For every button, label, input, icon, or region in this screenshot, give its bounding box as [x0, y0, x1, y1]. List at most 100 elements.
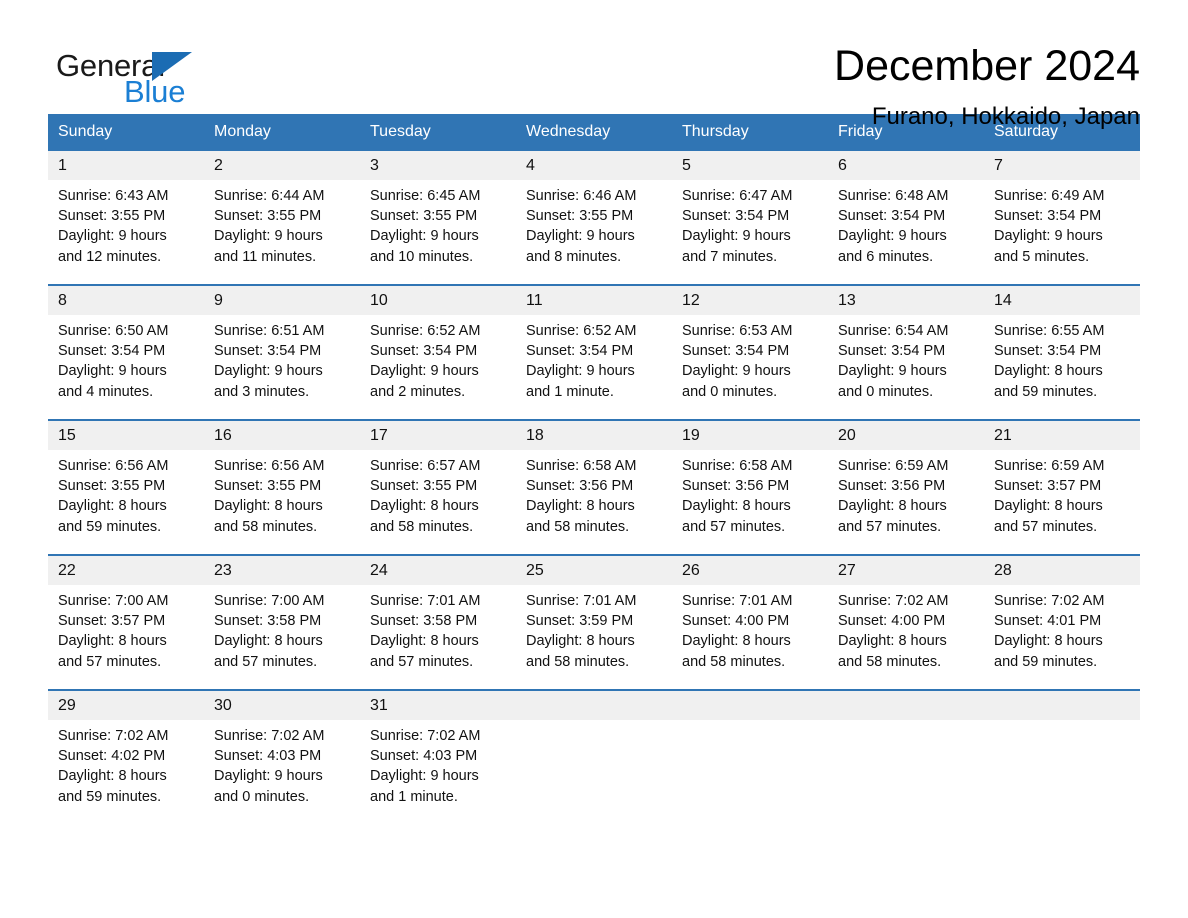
- daylight-text-line2: and 57 minutes.: [214, 653, 318, 670]
- day-number: 18: [516, 421, 672, 450]
- day-number: 12: [672, 286, 828, 315]
- daylight-text-line1: Daylight: 8 hours: [370, 498, 479, 515]
- day-details: Sunrise: 6:50 AM Sunset: 3:54 PM Daylight:…: [48, 315, 204, 402]
- daylight-text-line1: Daylight: 8 hours: [58, 498, 167, 515]
- sunrise-text: Sunrise: 7:02 AM: [214, 728, 325, 744]
- sunset-text: Sunset: 3:55 PM: [370, 208, 478, 225]
- daylight-text-line1: Daylight: 9 hours: [370, 768, 479, 785]
- day-cell[interactable]: 6 Sunrise: 6:48 AM Sunset: 3:54 PM Daylight…: [828, 151, 984, 285]
- daylight-text-line1: Daylight: 8 hours: [58, 768, 167, 785]
- day-cell[interactable]: 3 Sunrise: 6:45 AM Sunset: 3:55 PM Daylight…: [360, 151, 516, 285]
- day-number: [516, 691, 672, 720]
- daylight-text-line2: and 1 minute.: [526, 383, 614, 400]
- day-cell[interactable]: 14 Sunrise: 6:55 AM Sunset: 3:54 PM Dayligh…: [984, 284, 1140, 420]
- day-cell[interactable]: 7 Sunrise: 6:49 AM Sunset: 3:54 PM Daylight…: [984, 151, 1140, 285]
- day-number: 15: [48, 421, 204, 450]
- day-number: 28: [984, 556, 1140, 585]
- day-cell[interactable]: 26 Sunrise: 7:01 AM Sunset: 4:00 PM Dayligh…: [672, 554, 828, 690]
- sunset-text: Sunset: 3:54 PM: [994, 208, 1102, 225]
- day-cell[interactable]: 2 Sunrise: 6:44 AM Sunset: 3:55 PM Daylight…: [204, 151, 360, 285]
- day-cell[interactable]: 18 Sunrise: 6:58 AM Sunset: 3:56 PM Dayligh…: [516, 419, 672, 555]
- day-number: 30: [204, 691, 360, 720]
- day-cell[interactable]: 22 Sunrise: 7:00 AM Sunset: 3:57 PM Dayligh…: [48, 554, 204, 690]
- day-cell[interactable]: 28 Sunrise: 7:02 AM Sunset: 4:01 PM Dayligh…: [984, 554, 1140, 690]
- daylight-text-line2: and 57 minutes.: [682, 518, 786, 535]
- day-cell[interactable]: 24 Sunrise: 7:01 AM Sunset: 3:58 PM Dayligh…: [360, 554, 516, 690]
- day-cell[interactable]: 4 Sunrise: 6:46 AM Sunset: 3:55 PM Daylight…: [516, 151, 672, 285]
- calendar-body: 1 Sunrise: 6:43 AM Sunset: 3:55 PM Daylight…: [48, 151, 1140, 824]
- day-cell[interactable]: 21 Sunrise: 6:59 AM Sunset: 3:57 PM Dayligh…: [984, 419, 1140, 555]
- weekday-header-thursday: Thursday: [672, 114, 828, 151]
- sunrise-text: Sunrise: 6:58 AM: [682, 458, 793, 474]
- sunset-text: Sunset: 4:00 PM: [838, 613, 946, 630]
- day-details: Sunrise: 6:43 AM Sunset: 3:55 PM Daylight:…: [48, 180, 204, 267]
- weekday-header-sunday: Sunday: [48, 114, 204, 151]
- day-details: Sunrise: 7:02 AM Sunset: 4:00 PM Daylight:…: [828, 585, 984, 672]
- day-details: Sunrise: 6:58 AM Sunset: 3:56 PM Daylight:…: [672, 450, 828, 537]
- day-cell[interactable]: 1 Sunrise: 6:43 AM Sunset: 3:55 PM Daylight…: [48, 151, 204, 285]
- day-cell[interactable]: 31 Sunrise: 7:02 AM Sunset: 4:03 PM Dayligh…: [360, 689, 516, 824]
- day-number: 5: [672, 151, 828, 180]
- sunrise-text: Sunrise: 6:56 AM: [58, 458, 169, 474]
- sunrise-text: Sunrise: 6:47 AM: [682, 188, 793, 204]
- daylight-text-line2: and 58 minutes.: [370, 518, 474, 535]
- day-number: 10: [360, 286, 516, 315]
- day-cell[interactable]: 13 Sunrise: 6:54 AM Sunset: 3:54 PM Dayligh…: [828, 284, 984, 420]
- day-number: 24: [360, 556, 516, 585]
- day-cell[interactable]: 8 Sunrise: 6:50 AM Sunset: 3:54 PM Daylight…: [48, 284, 204, 420]
- day-number: 20: [828, 421, 984, 450]
- day-details: [516, 720, 672, 726]
- day-cell[interactable]: 30 Sunrise: 7:02 AM Sunset: 4:03 PM Dayligh…: [204, 689, 360, 824]
- day-number: 19: [672, 421, 828, 450]
- sunset-text: Sunset: 4:00 PM: [682, 613, 790, 630]
- weekday-header-wednesday: Wednesday: [516, 114, 672, 151]
- day-cell[interactable]: 20 Sunrise: 6:59 AM Sunset: 3:56 PM Dayligh…: [828, 419, 984, 555]
- sunset-text: Sunset: 3:54 PM: [994, 343, 1102, 360]
- day-number: 16: [204, 421, 360, 450]
- sunset-text: Sunset: 4:03 PM: [370, 748, 478, 765]
- sunrise-text: Sunrise: 6:49 AM: [994, 188, 1105, 204]
- sunrise-text: Sunrise: 6:53 AM: [682, 323, 793, 339]
- day-cell[interactable]: 19 Sunrise: 6:58 AM Sunset: 3:56 PM Dayligh…: [672, 419, 828, 555]
- day-details: Sunrise: 7:01 AM Sunset: 3:59 PM Daylight:…: [516, 585, 672, 672]
- day-details: Sunrise: 6:48 AM Sunset: 3:54 PM Daylight:…: [828, 180, 984, 267]
- sunset-text: Sunset: 3:56 PM: [838, 478, 946, 495]
- sunrise-text: Sunrise: 6:55 AM: [994, 323, 1105, 339]
- daylight-text-line2: and 58 minutes.: [682, 653, 786, 670]
- day-cell[interactable]: 27 Sunrise: 7:02 AM Sunset: 4:00 PM Dayligh…: [828, 554, 984, 690]
- daylight-text-line2: and 8 minutes.: [526, 248, 622, 265]
- day-cell[interactable]: 23 Sunrise: 7:00 AM Sunset: 3:58 PM Dayligh…: [204, 554, 360, 690]
- day-cell[interactable]: 29 Sunrise: 7:02 AM Sunset: 4:02 PM Dayligh…: [48, 689, 204, 824]
- day-number: 11: [516, 286, 672, 315]
- sunrise-text: Sunrise: 7:02 AM: [838, 593, 949, 609]
- calendar-week-row: 8 Sunrise: 6:50 AM Sunset: 3:54 PM Daylight…: [48, 284, 1140, 420]
- daylight-text-line1: Daylight: 8 hours: [682, 633, 791, 650]
- daylight-text-line1: Daylight: 9 hours: [682, 363, 791, 380]
- day-number: 6: [828, 151, 984, 180]
- day-details: Sunrise: 6:58 AM Sunset: 3:56 PM Daylight:…: [516, 450, 672, 537]
- daylight-text-line1: Daylight: 8 hours: [838, 633, 947, 650]
- day-cell[interactable]: 9 Sunrise: 6:51 AM Sunset: 3:54 PM Daylight…: [204, 284, 360, 420]
- sunrise-text: Sunrise: 6:59 AM: [994, 458, 1105, 474]
- day-cell-empty: [984, 689, 1140, 824]
- day-cell[interactable]: 10 Sunrise: 6:52 AM Sunset: 3:54 PM Dayligh…: [360, 284, 516, 420]
- day-cell[interactable]: 12 Sunrise: 6:53 AM Sunset: 3:54 PM Dayligh…: [672, 284, 828, 420]
- day-details: Sunrise: 7:02 AM Sunset: 4:02 PM Daylight:…: [48, 720, 204, 807]
- day-number: 7: [984, 151, 1140, 180]
- day-cell[interactable]: 11 Sunrise: 6:52 AM Sunset: 3:54 PM Dayligh…: [516, 284, 672, 420]
- day-cell[interactable]: 17 Sunrise: 6:57 AM Sunset: 3:55 PM Dayligh…: [360, 419, 516, 555]
- daylight-text-line2: and 57 minutes.: [994, 518, 1098, 535]
- sunrise-text: Sunrise: 7:02 AM: [370, 728, 481, 744]
- day-number: 25: [516, 556, 672, 585]
- daylight-text-line1: Daylight: 9 hours: [526, 363, 635, 380]
- sunrise-text: Sunrise: 6:44 AM: [214, 188, 325, 204]
- day-cell[interactable]: 25 Sunrise: 7:01 AM Sunset: 3:59 PM Dayligh…: [516, 554, 672, 690]
- day-cell[interactable]: 16 Sunrise: 6:56 AM Sunset: 3:55 PM Dayligh…: [204, 419, 360, 555]
- day-cell[interactable]: 15 Sunrise: 6:56 AM Sunset: 3:55 PM Dayligh…: [48, 419, 204, 555]
- day-cell-empty: [516, 689, 672, 824]
- sunset-text: Sunset: 3:55 PM: [370, 478, 478, 495]
- day-details: [984, 720, 1140, 726]
- day-cell[interactable]: 5 Sunrise: 6:47 AM Sunset: 3:54 PM Daylight…: [672, 151, 828, 285]
- daylight-text-line1: Daylight: 8 hours: [214, 498, 323, 515]
- sunset-text: Sunset: 3:55 PM: [214, 208, 322, 225]
